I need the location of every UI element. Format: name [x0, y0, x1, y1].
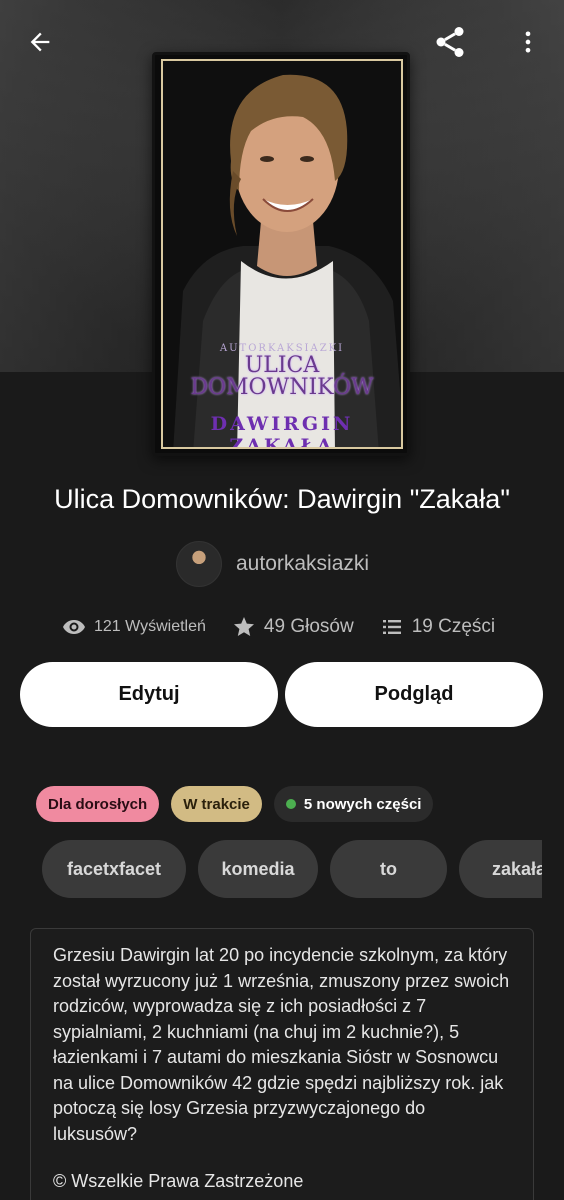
views-count: 121 Wyświetleń: [94, 618, 206, 635]
description-text: Grzesiu Dawirgin lat 20 po incydencie sz…: [53, 945, 510, 1144]
tag-chip[interactable]: facetxfacet: [42, 840, 186, 898]
views-stat: 121 Wyświetleń: [62, 615, 206, 639]
copyright-text: © Wszelkie Prawa Zastrzeżone: [53, 1171, 304, 1191]
arrow-left-icon: [30, 32, 50, 52]
book-title: Ulica Domowników: Dawirgin "Zakała": [54, 484, 510, 514]
tag-chip[interactable]: zakała: [459, 840, 542, 898]
new-parts-badge: 5 nowych części: [273, 786, 434, 822]
tag-chip[interactable]: komedia: [198, 840, 318, 898]
green-dot-icon: [285, 799, 296, 809]
votes-count: 49 Głosów: [263, 616, 354, 637]
eye-icon: [63, 620, 85, 634]
cover-frame: AUTORKAKSIAZKI ULICA DOMOWNIKÓW DAWIRGIN…: [161, 59, 403, 449]
author-link[interactable]: autorkaksiazki: [176, 540, 369, 588]
edit-button[interactable]: Edytuj: [20, 662, 278, 727]
author-avatar[interactable]: [176, 541, 222, 587]
status-badges: Dla dorosłych W trakcie 5 nowych części: [36, 786, 434, 822]
votes-stat: 49 Głosów: [232, 615, 354, 639]
book-cover[interactable]: AUTORKAKSIAZKI ULICA DOMOWNIKÓW DAWIRGIN…: [152, 52, 410, 456]
tag-chip[interactable]: to: [330, 840, 447, 898]
back-button[interactable]: [22, 24, 58, 60]
new-parts-label: 5 nowych części: [303, 795, 422, 813]
cover-title-line2: DOMOWNIKÓW: [190, 375, 374, 400]
story-details-screen: AUTORKAKSIAZKI ULICA DOMOWNIKÓW DAWIRGIN…: [0, 0, 564, 1200]
story-stats: 121 Wyświetleń 49 Głosów 19 Części: [62, 612, 495, 642]
star-icon: [233, 617, 254, 636]
share-button[interactable]: [432, 24, 468, 60]
author-name[interactable]: autorkaksiazki: [236, 552, 369, 576]
mature-badge: Dla dorosłych: [36, 786, 160, 822]
list-icon: [382, 620, 401, 634]
more-options-button[interactable]: [510, 24, 546, 60]
parts-stat: 19 Części: [380, 615, 495, 639]
parts-count: 19 Części: [411, 616, 496, 637]
preview-button[interactable]: Podgląd: [285, 662, 543, 727]
more-vert-icon: [525, 31, 531, 53]
tag-list[interactable]: facetxfacet komedia to zakała: [42, 840, 542, 898]
ongoing-badge: W trakcie: [171, 786, 262, 822]
cover-title: ULICA DOMOWNIKÓW: [163, 355, 401, 399]
description-box: Grzesiu Dawirgin lat 20 po incydencie sz…: [30, 928, 534, 1200]
cover-subtitle: DAWIRGIN ZAKAŁA: [210, 413, 354, 449]
cover-title-line1: ULICA: [244, 353, 320, 378]
share-icon: [436, 27, 464, 57]
